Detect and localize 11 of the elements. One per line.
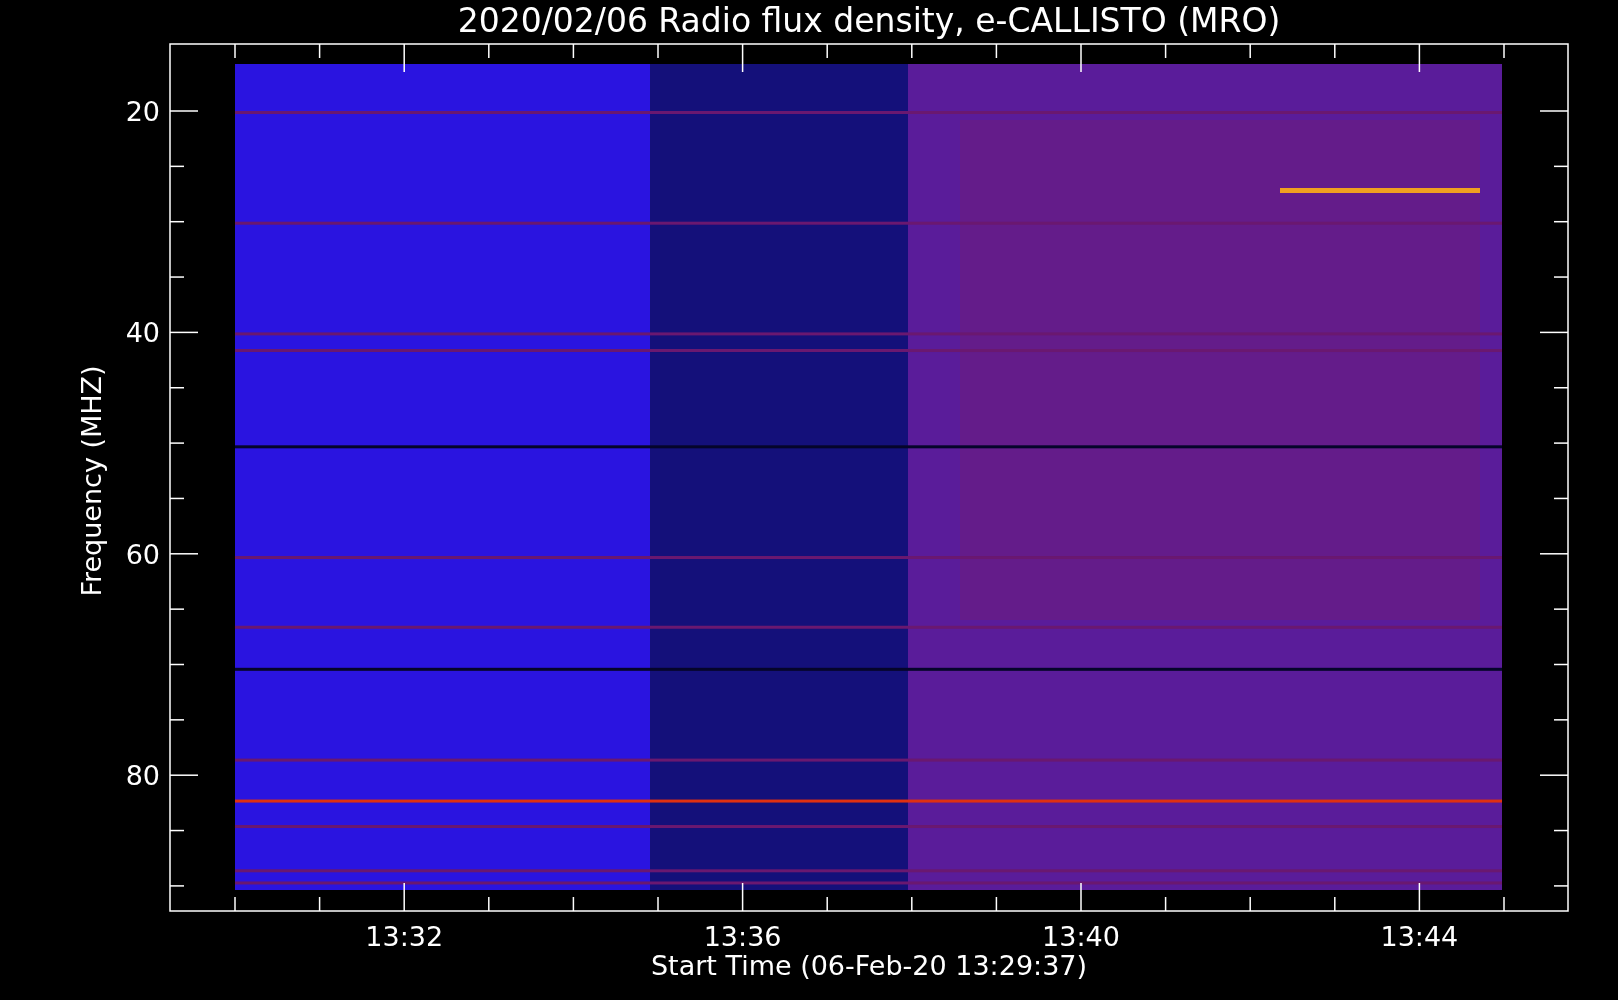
chart-title: 2020/02/06 Radio flux density, e-CALLISTO (MRO) (457, 1, 1281, 40)
x-tick-label: 13:44 (1380, 921, 1459, 952)
x-tick-label: 13:32 (365, 921, 444, 952)
x-tick-label: 13:40 (1042, 921, 1120, 952)
y-tick-label: 80 (125, 760, 160, 792)
y-axis-label: Frequency (MHZ) (76, 365, 107, 597)
x-tick-label: 13:36 (703, 921, 782, 952)
y-tick-label: 40 (125, 317, 160, 349)
x-axis-label: Start Time (06-Feb-20 13:29:37) (650, 950, 1088, 981)
y-tick-label: 60 (125, 538, 160, 570)
y-tick-label: 20 (125, 96, 160, 127)
